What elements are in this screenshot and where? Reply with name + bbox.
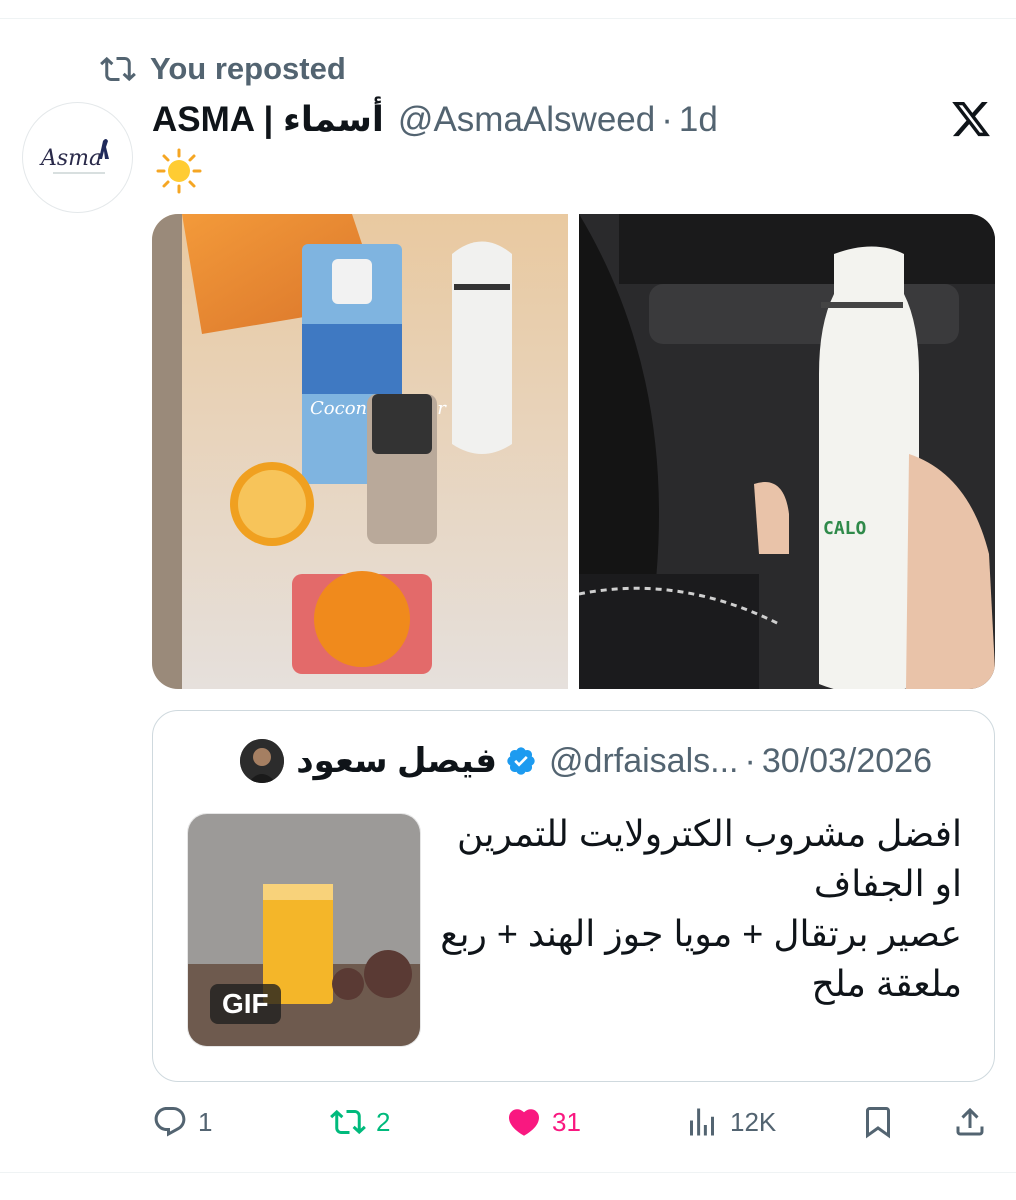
repost-icon xyxy=(330,1109,366,1135)
quoted-author-line: فيصل سعود @drfaisals... · 30/03/2026 xyxy=(240,739,932,783)
separator-dot: · xyxy=(661,100,673,139)
bookmark-button[interactable] xyxy=(860,1100,896,1144)
svg-text:Asma: Asma xyxy=(39,146,102,171)
views-button[interactable]: 12K xyxy=(684,1100,776,1144)
gif-badge: GIF xyxy=(210,984,281,1024)
author-line: ASMA | أسماء @AsmaAlsweed · 1d xyxy=(152,98,718,142)
svg-text:CALO: CALO xyxy=(823,518,867,539)
media-grid: Coconut Water CALO xyxy=(152,214,995,689)
quoted-author-name[interactable]: فيصل سعود xyxy=(296,741,497,781)
repost-label: You reposted xyxy=(150,51,346,86)
action-bar: 1 2 31 12K xyxy=(152,1100,995,1144)
quoted-text-line: ملعقة ملح xyxy=(811,963,962,1004)
verified-badge-icon xyxy=(507,747,535,775)
reply-icon xyxy=(154,1107,186,1137)
repost-indicator: You reposted xyxy=(100,50,346,88)
reply-button[interactable]: 1 xyxy=(152,1100,212,1144)
quoted-tweet[interactable]: فيصل سعود @drfaisals... · 30/03/2026 افض… xyxy=(152,710,995,1082)
author-handle[interactable]: @AsmaAlsweed xyxy=(398,100,655,140)
reply-count: 1 xyxy=(198,1106,213,1137)
views-icon xyxy=(690,1108,714,1136)
top-divider xyxy=(0,18,1016,19)
author-avatar[interactable]: Asma xyxy=(22,102,133,213)
x-logo-icon[interactable] xyxy=(948,98,994,140)
bookmark-icon xyxy=(866,1107,890,1139)
quoted-separator: · xyxy=(744,741,756,780)
share-icon xyxy=(956,1107,984,1136)
gif-thumbnail[interactable]: GIF xyxy=(187,813,421,1047)
repost-icon xyxy=(100,56,136,82)
like-button[interactable]: 31 xyxy=(506,1100,581,1144)
repost-button[interactable]: 2 xyxy=(330,1100,390,1144)
quoted-date[interactable]: 30/03/2026 xyxy=(762,742,932,781)
quoted-text: افضل مشروب الكترولايت للتمرين او الجفاف … xyxy=(402,809,962,1009)
like-count: 31 xyxy=(552,1106,581,1137)
author-name[interactable]: ASMA | أسماء xyxy=(152,100,384,140)
heart-icon xyxy=(508,1109,540,1136)
sun-emoji-icon xyxy=(156,148,202,194)
quoted-text-line: او الجفاف xyxy=(813,863,962,904)
repost-count: 2 xyxy=(376,1106,391,1137)
quoted-handle[interactable]: @drfaisals... xyxy=(549,742,738,781)
post-time[interactable]: 1d xyxy=(679,100,718,140)
bottom-divider xyxy=(0,1172,1016,1173)
views-count: 12K xyxy=(730,1106,777,1137)
quoted-text-line: افضل مشروب الكترولايت للتمرين xyxy=(457,813,962,854)
asma-logo: Asma xyxy=(39,139,109,174)
quoted-avatar[interactable] xyxy=(240,739,285,783)
share-button[interactable] xyxy=(952,1100,988,1144)
quoted-text-line: عصير برتقال + مويا جوز الهند + ربع xyxy=(440,913,962,954)
photo-kitchen[interactable]: Coconut Water xyxy=(152,214,569,689)
photo-car[interactable]: CALO xyxy=(578,214,995,689)
